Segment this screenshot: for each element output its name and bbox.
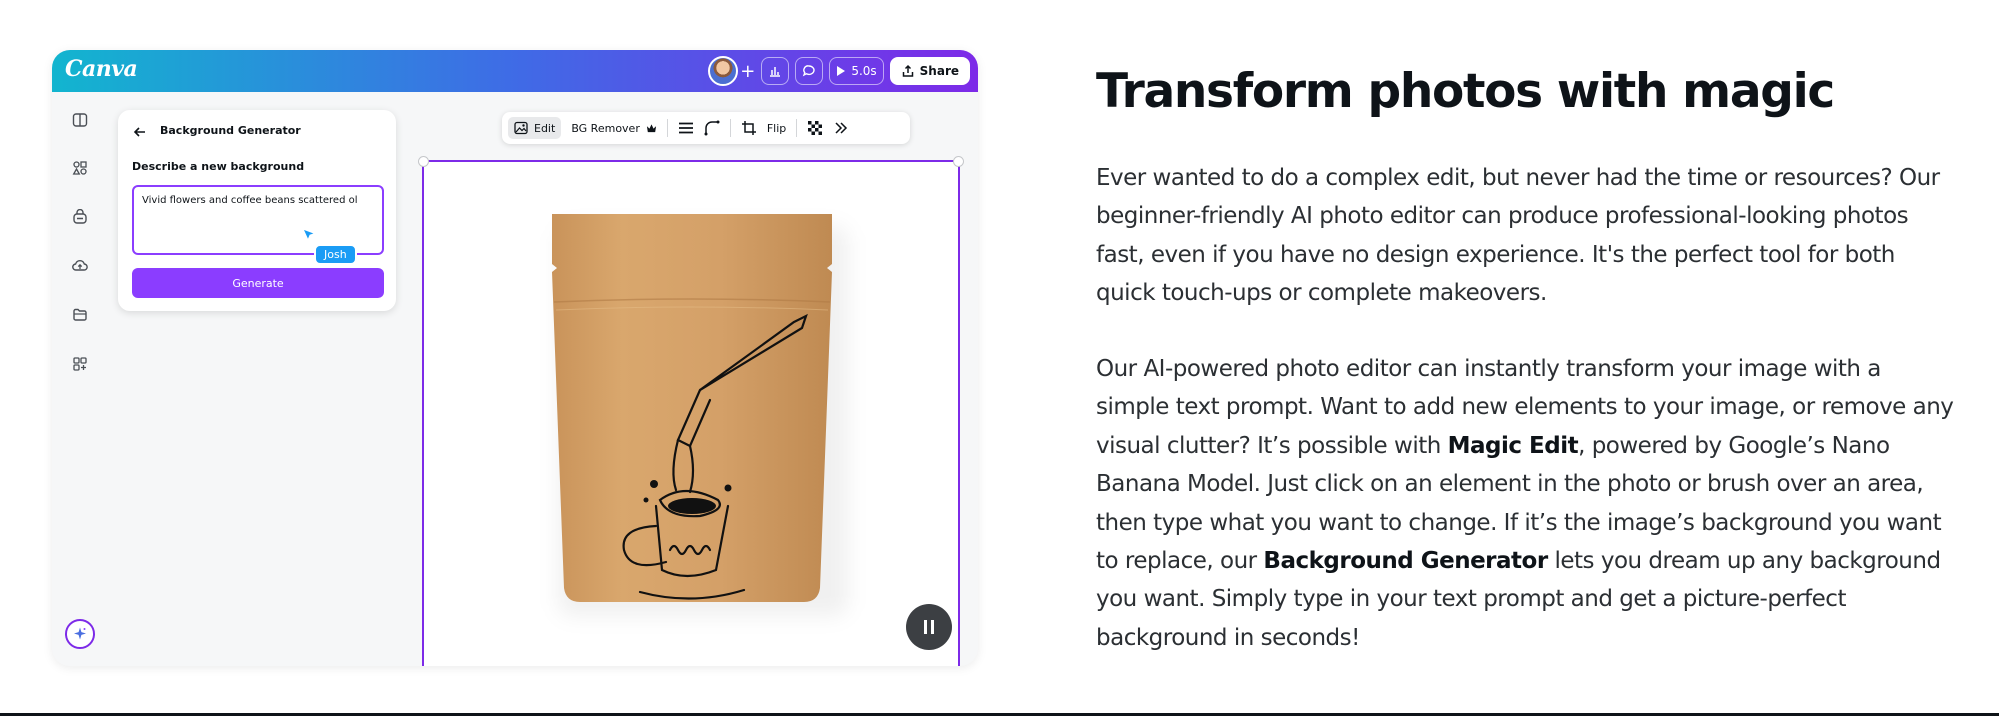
cursor-icon	[302, 228, 316, 242]
top-bar: Canva + 5.0s Share	[52, 50, 978, 92]
corner-rounding-icon[interactable]	[704, 120, 720, 136]
share-icon	[902, 64, 913, 77]
intro-paragraph: Ever wanted to do a complex edit, but ne…	[1096, 165, 1940, 307]
present-button[interactable]: 5.0s	[829, 57, 884, 85]
generate-button[interactable]: Generate	[132, 268, 384, 298]
crop-icon[interactable]	[741, 120, 757, 136]
transparency-icon[interactable]	[807, 120, 823, 136]
border-style-icon[interactable]	[678, 121, 694, 135]
collaborator-tag: Josh	[314, 244, 357, 265]
flip-label: Flip	[766, 121, 787, 135]
section-heading: Transform photos with magic	[1096, 64, 1835, 119]
more-chevrons-icon[interactable]	[833, 120, 849, 136]
apps-icon[interactable]	[72, 356, 88, 372]
panel-title: Background Generator	[160, 124, 301, 137]
side-rail	[52, 92, 108, 666]
canva-app-preview: Canva + 5.0s Share Background Generator …	[52, 50, 978, 666]
magic-sparkle-icon	[74, 627, 86, 640]
top-bar-actions: + 5.0s Share	[708, 56, 970, 86]
add-collaborator-icon[interactable]: +	[740, 61, 755, 82]
edit-image-icon	[514, 121, 528, 135]
insights-button[interactable]	[761, 57, 790, 85]
resize-handle[interactable]	[953, 156, 964, 167]
share-button[interactable]: Share	[889, 57, 970, 85]
canva-logo: Canva	[65, 56, 138, 82]
toolbar-divider	[666, 119, 668, 137]
edit-button[interactable]: Edit	[508, 117, 562, 139]
resize-handle[interactable]	[418, 156, 429, 167]
feature-paragraph: Our AI-powered photo editor can instantl…	[1096, 350, 1956, 657]
crown-icon	[646, 123, 656, 132]
toolbar-divider	[729, 119, 731, 137]
timer-label: 5.0s	[851, 64, 877, 78]
comment-icon	[803, 65, 815, 77]
pause-icon	[924, 620, 934, 634]
layout-icon[interactable]	[72, 112, 88, 128]
toolbar-divider	[796, 119, 798, 137]
bg-remover-label: BG Remover	[571, 121, 640, 135]
avatar[interactable]	[708, 56, 739, 86]
bg-remover-button[interactable]: BG Remover	[571, 122, 657, 135]
coffee-pouch-image[interactable]	[550, 210, 834, 604]
magic-button[interactable]	[65, 619, 95, 649]
back-arrow-icon[interactable]	[132, 124, 148, 140]
share-label: Share	[919, 64, 959, 78]
comment-button[interactable]	[795, 57, 824, 85]
prompt-label: Describe a new background	[132, 160, 305, 173]
elements-icon[interactable]	[72, 160, 88, 176]
flip-button[interactable]: Flip	[767, 122, 786, 135]
design-canvas[interactable]	[418, 156, 964, 666]
play-icon	[837, 66, 846, 76]
edit-label: Edit	[534, 121, 556, 135]
folder-icon[interactable]	[72, 307, 88, 323]
pause-button[interactable]	[906, 604, 952, 650]
image-toolbar: Edit BG Remover Flip	[502, 112, 910, 144]
bar-chart-icon	[770, 67, 781, 77]
magic-edit-emphasis: Magic Edit	[1447, 432, 1579, 459]
background-generator-emphasis: Background Generator	[1263, 548, 1548, 575]
upload-icon[interactable]	[72, 258, 88, 274]
brand-icon[interactable]	[72, 209, 88, 225]
